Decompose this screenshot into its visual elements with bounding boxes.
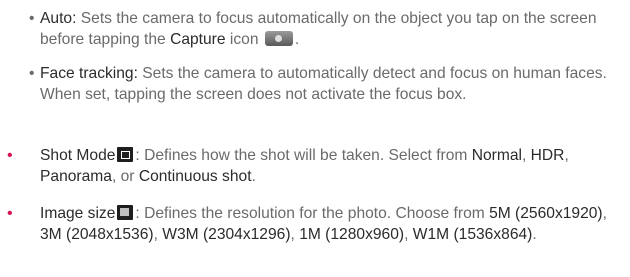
auto-end: . [294,31,300,48]
shot-option-panorama: Panorama [40,168,112,185]
auto-description-icon-text: icon [225,31,263,48]
auto-description: Sets the camera to focus automatically o… [40,10,597,48]
shot-mode-item: • Shot Mode : Defines how the shot will be… [7,145,620,187]
auto-focus-item: • Auto: Sets the camera to focus automati… [29,8,620,50]
main-bullet: • [7,147,13,164]
shot-sep: , or [111,168,139,185]
sub-bullet: • [29,65,35,82]
size-sep: , [290,226,300,243]
shot-end: . [251,168,256,185]
face-term: Face tracking: [40,65,138,82]
shot-option-continuous: Continuous shot [138,168,252,185]
main-bullet: • [7,205,13,222]
size-option-3m: 3M (2048x1536) [40,226,154,243]
size-end: . [532,226,537,243]
face-tracking-item: • Face tracking: Sets the camera to autom… [29,63,620,105]
shot-option-normal: Normal [471,147,522,164]
camera-capture-icon [264,31,293,46]
size-option-w1m: W1M (1536x864) [412,226,533,243]
image-size-icon [117,205,134,220]
image-size-item: • Image size : Defines the resolution for … [7,203,620,245]
size-option-w3m: W3M (2304x1296) [162,226,291,243]
shot-sep: , [521,147,531,164]
shot-description: : Defines how the shot will be taken. Se… [135,147,472,164]
shot-sep: , [564,147,569,164]
size-option-1m: 1M (1280x960) [299,226,405,243]
sub-bullet: • [29,10,35,27]
shot-option-hdr: HDR [530,147,565,164]
size-term: Image size [40,205,116,222]
size-sep: , [602,205,607,222]
auto-term: Auto: [40,10,77,27]
size-sep: , [404,226,413,243]
capture-label: Capture [170,31,226,48]
size-option-5m: 5M (2560x1920) [489,205,603,222]
size-description: : Defines the resolution for the photo. … [135,205,490,222]
shot-mode-icon [117,147,134,162]
shot-term: Shot Mode [40,147,116,164]
size-sep: , [153,226,163,243]
